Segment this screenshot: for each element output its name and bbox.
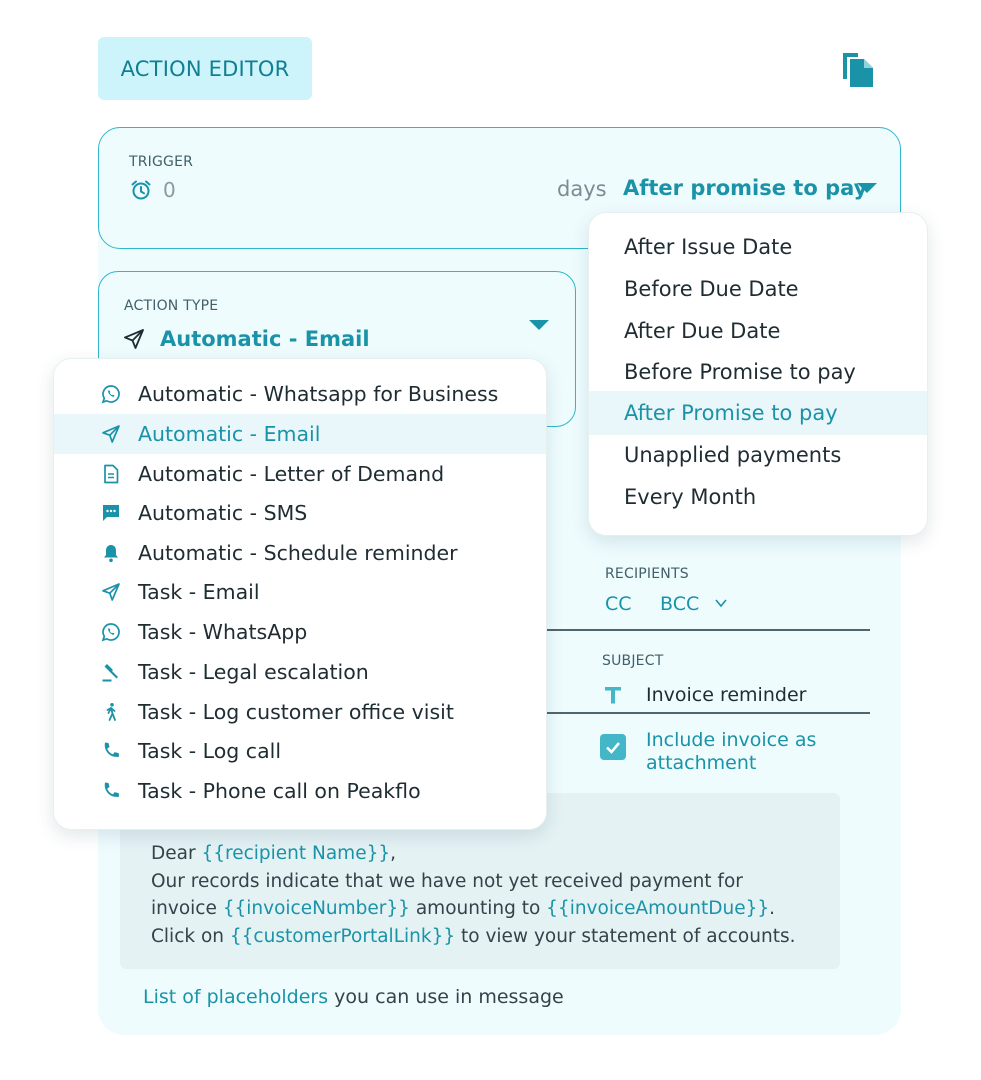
action-type-select[interactable]: Automatic - Email xyxy=(160,327,370,351)
action-option[interactable]: Task - Email xyxy=(54,572,546,612)
trigger-option[interactable]: Every Month xyxy=(589,475,927,519)
action-option[interactable]: Task - Legal escalation xyxy=(54,652,546,692)
whatsapp-icon xyxy=(101,385,120,404)
action-option-label: Task - Phone call on Peakflo xyxy=(138,779,421,803)
copy-icon xyxy=(843,53,873,87)
recipients-underline xyxy=(546,629,870,631)
action-option[interactable]: Automatic - Letter of Demand xyxy=(54,454,546,494)
action-editor-title: ACTION EDITOR xyxy=(120,56,290,81)
sms-icon xyxy=(103,505,119,521)
trigger-select[interactable]: After promise to pay xyxy=(623,176,867,200)
action-option-label: Automatic - Letter of Demand xyxy=(138,462,445,486)
phone-icon xyxy=(104,742,120,757)
cc-button[interactable]: CC xyxy=(605,593,632,615)
action-option[interactable]: Task - Log customer office visit xyxy=(54,692,546,732)
trigger-option[interactable]: Before Due Date xyxy=(589,267,927,311)
chevron-down-icon[interactable] xyxy=(714,597,728,609)
trigger-caret-down-icon[interactable] xyxy=(857,183,877,193)
message-line-1: Dear {{recipient Name}}, xyxy=(151,843,397,864)
action-option[interactable]: Task - Phone call on Peakflo xyxy=(54,771,546,811)
placeholder-recipient-name: {{recipient Name}} xyxy=(201,843,391,864)
text-format-icon xyxy=(605,687,621,704)
placeholder-portal-link: {{customerPortalLink}} xyxy=(229,925,456,947)
placeholders-link[interactable]: List of placeholders xyxy=(143,986,328,1008)
subject-label: SUBJECT xyxy=(602,653,664,669)
action-option[interactable]: Task - Log call xyxy=(54,731,546,771)
include-invoice-label[interactable]: Include invoice as attachment xyxy=(646,729,866,775)
trigger-days-input[interactable]: 0 xyxy=(163,178,176,202)
action-option-label: Task - Legal escalation xyxy=(138,660,369,684)
walking-person-icon xyxy=(106,703,116,721)
action-option[interactable]: Automatic - SMS xyxy=(54,493,546,533)
action-option-label: Automatic - Email xyxy=(138,422,321,446)
action-option[interactable]: Automatic - Whatsapp for Business xyxy=(54,374,546,414)
message-text: Dear {{recipient Name}}, Our records ind… xyxy=(151,840,795,950)
message-line-2: Our records indicate that we have not ye… xyxy=(151,870,743,892)
gavel-icon xyxy=(102,664,118,682)
document-icon xyxy=(104,464,119,484)
message-line-3: invoice {{invoiceNumber}} amounting to {… xyxy=(151,898,776,919)
action-type-label: ACTION TYPE xyxy=(124,298,219,314)
action-option-selected[interactable]: Automatic - Email xyxy=(54,414,546,454)
action-editor-badge: ACTION EDITOR xyxy=(98,37,312,100)
send-icon xyxy=(124,329,144,349)
bcc-button[interactable]: BCC xyxy=(660,593,699,615)
copy-button[interactable] xyxy=(840,50,876,90)
whatsapp-icon xyxy=(101,623,120,642)
trigger-option-selected[interactable]: After Promise to pay xyxy=(589,391,927,435)
action-option-label: Task - WhatsApp xyxy=(138,620,308,644)
include-invoice-checkbox[interactable] xyxy=(600,734,626,760)
action-type-dropdown-menu: Automatic - Whatsapp for Business Automa… xyxy=(53,358,547,830)
trigger-option[interactable]: After Issue Date xyxy=(589,225,927,269)
placeholder-invoice-amount: {{invoiceAmountDue}} xyxy=(546,898,770,919)
trigger-dropdown-menu: After Issue Date Before Due Date After D… xyxy=(588,212,928,536)
trigger-label: TRIGGER xyxy=(129,154,194,170)
action-option[interactable]: Automatic - Schedule reminder xyxy=(54,533,546,573)
action-option[interactable]: Task - WhatsApp xyxy=(54,612,546,652)
action-option-label: Task - Email xyxy=(138,580,260,604)
send-icon xyxy=(102,583,120,601)
bell-icon xyxy=(104,545,118,563)
action-option-label: Task - Log customer office visit xyxy=(138,700,454,724)
action-option-label: Automatic - Schedule reminder xyxy=(138,541,458,565)
recipients-label: RECIPIENTS xyxy=(605,566,689,582)
checkmark-icon xyxy=(606,742,620,754)
action-type-caret-down-icon[interactable] xyxy=(529,320,549,330)
action-option-label: Task - Log call xyxy=(138,739,282,763)
subject-input[interactable]: Invoice reminder xyxy=(646,684,806,706)
action-option-label: Automatic - SMS xyxy=(138,501,308,525)
trigger-unit-label: days xyxy=(557,177,607,201)
message-line-4: Click on {{customerPortalLink}} to view … xyxy=(151,925,796,947)
phone-icon xyxy=(104,782,120,797)
subject-underline xyxy=(546,712,870,714)
placeholder-invoice-number: {{invoiceNumber}} xyxy=(222,898,410,919)
trigger-option[interactable]: Unapplied payments xyxy=(589,433,927,477)
placeholders-hint: List of placeholders you can use in mess… xyxy=(143,986,564,1008)
trigger-option[interactable]: Before Promise to pay xyxy=(589,350,927,394)
trigger-option[interactable]: After Due Date xyxy=(589,309,927,353)
send-icon xyxy=(102,425,120,443)
action-option-label: Automatic - Whatsapp for Business xyxy=(138,382,499,406)
alarm-clock-icon xyxy=(131,180,151,200)
